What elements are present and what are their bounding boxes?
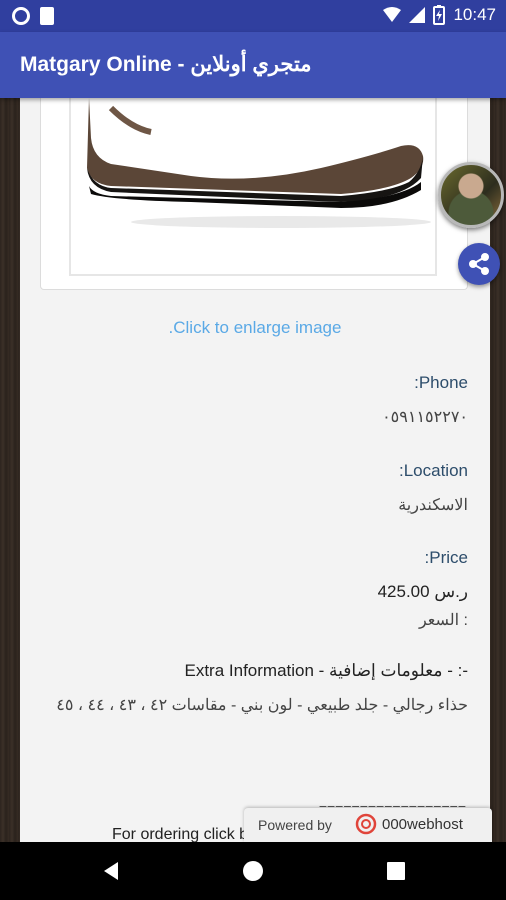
notification-circle-icon	[12, 7, 30, 25]
recents-icon[interactable]	[385, 860, 407, 882]
status-time: 10:47	[453, 5, 496, 24]
sd-card-icon	[40, 7, 54, 25]
location-value: الاسكندرية	[398, 497, 468, 514]
share-icon	[469, 253, 489, 275]
product-panel: .Click to enlarge image :Phone ٠٥٩١١٥٢٢٧…	[20, 98, 490, 842]
app-bar: Matgary Online - متجري أونلاين	[0, 32, 506, 98]
brown-suede-boot-image	[87, 98, 431, 228]
app-title: Matgary Online - متجري أونلاين	[20, 53, 312, 76]
location-label: :Location	[399, 461, 468, 480]
phone-label: :Phone	[414, 373, 468, 392]
profile-avatar[interactable]	[438, 162, 504, 228]
status-system: 10:47	[383, 5, 496, 25]
phone-value[interactable]: ٠٥٩١١٥٢٢٧٠	[382, 407, 468, 427]
home-icon[interactable]	[242, 860, 264, 882]
signal-icon	[409, 7, 426, 23]
product-image[interactable]	[69, 98, 437, 276]
hosting-badge[interactable]: Powered by 000webhost	[244, 808, 492, 842]
product-image-card[interactable]	[40, 98, 468, 290]
extra-info-title: Extra Information - معلومات إضافية - :-	[184, 661, 468, 680]
price-caption: السعر :	[418, 612, 468, 629]
share-button[interactable]	[458, 243, 500, 285]
back-icon[interactable]	[100, 860, 122, 882]
enlarge-image-link[interactable]: .Click to enlarge image	[20, 318, 490, 338]
extra-info-text: حذاء رجالي - جلد طبيعي - لون بني - مقاسا…	[56, 697, 468, 714]
wifi-icon	[383, 7, 402, 22]
status-bar: 10:47	[0, 0, 506, 32]
battery-icon	[433, 5, 446, 25]
navigation-bar	[0, 842, 506, 900]
powered-by-text: Powered by	[258, 817, 332, 833]
webhost-brand-text: 000webhost	[382, 816, 463, 833]
price-label: :Price	[424, 548, 468, 567]
status-notifications	[12, 7, 54, 25]
price-value: 425.00 ر.س	[377, 582, 468, 601]
webview-content[interactable]: .Click to enlarge image :Phone ٠٥٩١١٥٢٢٧…	[0, 98, 506, 842]
webhost-logo-icon	[355, 813, 377, 835]
